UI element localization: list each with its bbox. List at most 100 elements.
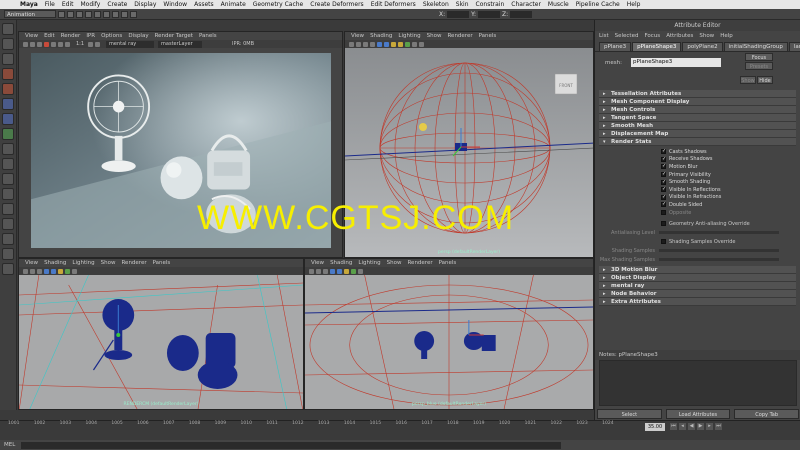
side-grid-icon[interactable] <box>323 268 328 274</box>
section-extra-attributes[interactable]: Extra Attributes <box>599 298 796 307</box>
ae-menu-focus[interactable]: Focus <box>644 33 660 39</box>
menu-create[interactable]: Create <box>107 1 127 8</box>
ipr-icon[interactable] <box>121 10 128 18</box>
ae-menu-help[interactable]: Help <box>720 33 733 39</box>
side-menu-panels[interactable]: Panels <box>439 260 457 266</box>
play-back-icon[interactable]: ◀ <box>688 423 695 430</box>
render-stat-checkbox[interactable] <box>661 210 666 216</box>
hide-button[interactable]: Hide <box>757 76 773 84</box>
x-field[interactable] <box>447 10 470 18</box>
bookmark-icon[interactable] <box>356 41 361 47</box>
render-menu-panels[interactable]: Panels <box>199 33 217 39</box>
section-3d-motion-blur[interactable]: 3D Motion Blur <box>599 266 796 275</box>
lasso-tool-icon[interactable] <box>2 38 14 50</box>
tab-initial-shading-group[interactable]: initialShadingGroup <box>723 42 788 51</box>
time-slider[interactable]: 1001 1002 1003 1004 1005 1006 1007 1008 1009 1010… <box>0 420 800 440</box>
ae-menu-selected[interactable]: Selected <box>615 33 639 39</box>
y-field[interactable] <box>478 10 501 18</box>
side-xray-icon[interactable] <box>351 268 356 274</box>
render-stat-checkbox[interactable] <box>661 156 666 162</box>
render-region-icon[interactable] <box>30 41 35 47</box>
load-attributes-button[interactable]: Load Attributes <box>665 409 731 419</box>
persp-menu-shading[interactable]: Shading <box>370 33 392 39</box>
render-stat-checkbox[interactable] <box>661 194 666 200</box>
snap-grid-icon[interactable] <box>85 10 92 18</box>
refresh-ipr-icon[interactable] <box>51 41 56 47</box>
layout-four-icon[interactable] <box>2 173 14 185</box>
soft-mod-icon[interactable] <box>2 128 14 140</box>
render-layer-select[interactable]: masterLayer <box>158 40 203 48</box>
menu-edit[interactable]: Edit <box>62 1 74 8</box>
menu-modify[interactable]: Modify <box>80 1 100 8</box>
menu-pipeline-cache[interactable]: Pipeline Cache <box>576 1 620 8</box>
render-icon[interactable] <box>112 10 119 18</box>
menu-skin[interactable]: Skin <box>456 1 469 8</box>
select-tool-icon[interactable] <box>2 23 14 35</box>
menu-assets[interactable]: Assets <box>194 1 214 8</box>
menu-help[interactable]: Help <box>627 1 641 8</box>
menu-character[interactable]: Character <box>511 1 541 8</box>
mesh-name-field[interactable]: pPlaneShape3 <box>631 58 721 67</box>
ae-menu-list[interactable]: List <box>599 33 609 39</box>
mode-select[interactable]: Animation <box>4 10 56 18</box>
section-displacement-map[interactable]: Displacement Map <box>599 130 796 138</box>
shading-samples-slider[interactable] <box>659 249 779 253</box>
front-menu-panels[interactable]: Panels <box>153 260 171 266</box>
select-button[interactable]: Select <box>597 409 662 419</box>
layout-stack-icon[interactable] <box>2 203 14 215</box>
render-stat-checkbox[interactable] <box>661 186 666 193</box>
mel-label[interactable]: MEL <box>4 442 15 448</box>
render-menu-options[interactable]: Options <box>101 33 122 39</box>
side-panel[interactable]: View Shading Lighting Show Renderer Pane… <box>304 258 594 410</box>
snapshot-icon[interactable] <box>37 41 42 47</box>
ae-menu-attributes[interactable]: Attributes <box>666 33 693 39</box>
render-stat-checkbox[interactable] <box>661 148 666 155</box>
play-forward-icon[interactable]: ▶ <box>697 423 704 430</box>
snap-point-icon[interactable] <box>103 10 110 18</box>
geo-aa-checkbox[interactable] <box>661 221 666 227</box>
shadows-icon[interactable] <box>398 41 403 47</box>
last-tool-icon[interactable] <box>2 143 14 155</box>
copy-tab-button[interactable]: Copy Tab <box>734 409 800 419</box>
show-button[interactable]: Show <box>740 76 756 84</box>
persp-menu-view[interactable]: View <box>351 33 364 39</box>
scale-tool-icon[interactable] <box>2 98 14 110</box>
render-menu-ipr[interactable]: IPR <box>86 33 95 39</box>
aa-level-slider[interactable] <box>659 231 779 235</box>
grid-icon[interactable] <box>370 41 375 47</box>
front-camera-icon[interactable] <box>23 268 28 274</box>
menu-skeleton[interactable]: Skeleton <box>423 1 449 8</box>
notes-textarea[interactable] <box>599 360 797 406</box>
front-grid-icon[interactable] <box>37 268 42 274</box>
side-isolate-icon[interactable] <box>358 268 363 274</box>
renderer-select[interactable]: mental ray <box>106 40 155 48</box>
xray-icon[interactable] <box>405 41 410 47</box>
tab-pplaneshape3[interactable]: pPlaneShape3 <box>632 42 682 51</box>
front-bookmark-icon[interactable] <box>30 268 35 274</box>
side-menu-view[interactable]: View <box>311 260 324 266</box>
menu-geometry-cache[interactable]: Geometry Cache <box>253 1 303 8</box>
tab-polyplane2[interactable]: polyPlane2 <box>682 42 723 51</box>
ipr-render-icon[interactable] <box>44 41 49 47</box>
section-tangent-space[interactable]: Tangent Space <box>599 114 796 122</box>
step-back-icon[interactable]: ◂ <box>679 423 686 430</box>
persp-menu-renderer[interactable]: Renderer <box>447 33 472 39</box>
rotate-tool-icon[interactable] <box>2 83 14 95</box>
select-mode-icon[interactable] <box>76 10 83 18</box>
section-mesh-controls[interactable]: Mesh Controls <box>599 106 796 114</box>
rgb-channel-icon[interactable] <box>58 41 63 47</box>
step-forward-icon[interactable]: ▸ <box>706 423 713 430</box>
front-light-icon[interactable] <box>58 268 63 274</box>
section-object-display[interactable]: Object Display <box>599 274 796 283</box>
go-start-icon[interactable]: ⏮ <box>670 423 677 430</box>
front-wireframe-icon[interactable] <box>44 268 49 274</box>
layout-side-icon[interactable] <box>2 188 14 200</box>
tab-pplane3[interactable]: pPlane3 <box>599 42 632 51</box>
side-camera-icon[interactable] <box>309 268 314 274</box>
section-tessellation[interactable]: Tessellation Attributes <box>599 90 796 98</box>
section-mesh-component-display[interactable]: Mesh Component Display <box>599 98 796 106</box>
side-menu-renderer[interactable]: Renderer <box>407 260 432 266</box>
z-field[interactable] <box>510 10 533 18</box>
render-menu-view[interactable]: View <box>25 33 38 39</box>
render-settings-icon[interactable] <box>130 10 137 18</box>
